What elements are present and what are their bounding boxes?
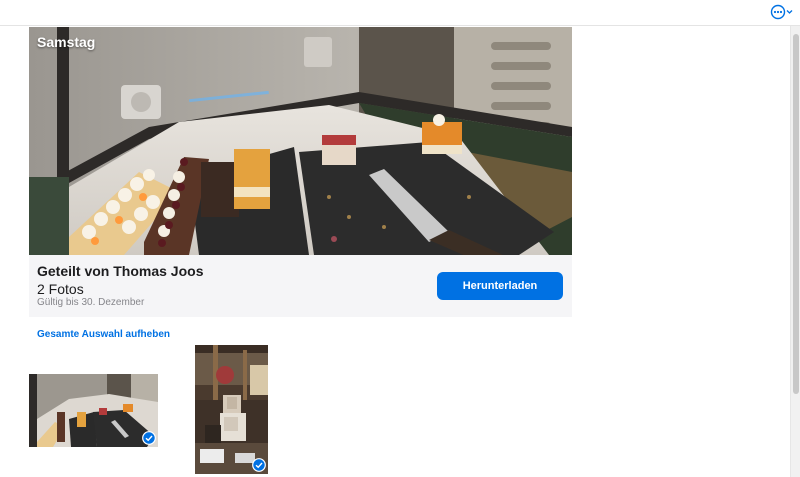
scrollbar[interactable] (790, 26, 800, 477)
scrollbar-thumb[interactable] (793, 34, 799, 394)
checkmark-circle-icon (142, 431, 156, 445)
more-options-button[interactable] (770, 3, 794, 21)
chevron-down-icon (786, 10, 793, 14)
hero-photo[interactable]: Samstag (29, 27, 572, 255)
album-date-title: Samstag (37, 34, 96, 50)
checkmark-circle-icon (252, 458, 266, 472)
restaurant-portrait-thumbnail (195, 345, 268, 474)
share-info-panel: Geteilt von Thomas Joos 2 Fotos Gültig b… (29, 255, 572, 317)
photo-thumbnail-2[interactable] (195, 345, 268, 474)
photo-count: 2 Fotos (37, 281, 84, 297)
expiry-date: Gültig bis 30. Dezember (37, 297, 145, 308)
deselect-all-link[interactable]: Gesamte Auswahl aufheben (37, 329, 170, 340)
cake-display-thumbnail (29, 374, 158, 447)
ellipsis-circle-icon (770, 4, 793, 20)
cake-display-photo (29, 27, 572, 255)
download-button[interactable]: Herunterladen (437, 272, 563, 300)
shared-by-label: Geteilt von Thomas Joos (37, 263, 204, 279)
photo-thumbnail-1[interactable] (29, 374, 158, 447)
top-bar (0, 0, 800, 26)
